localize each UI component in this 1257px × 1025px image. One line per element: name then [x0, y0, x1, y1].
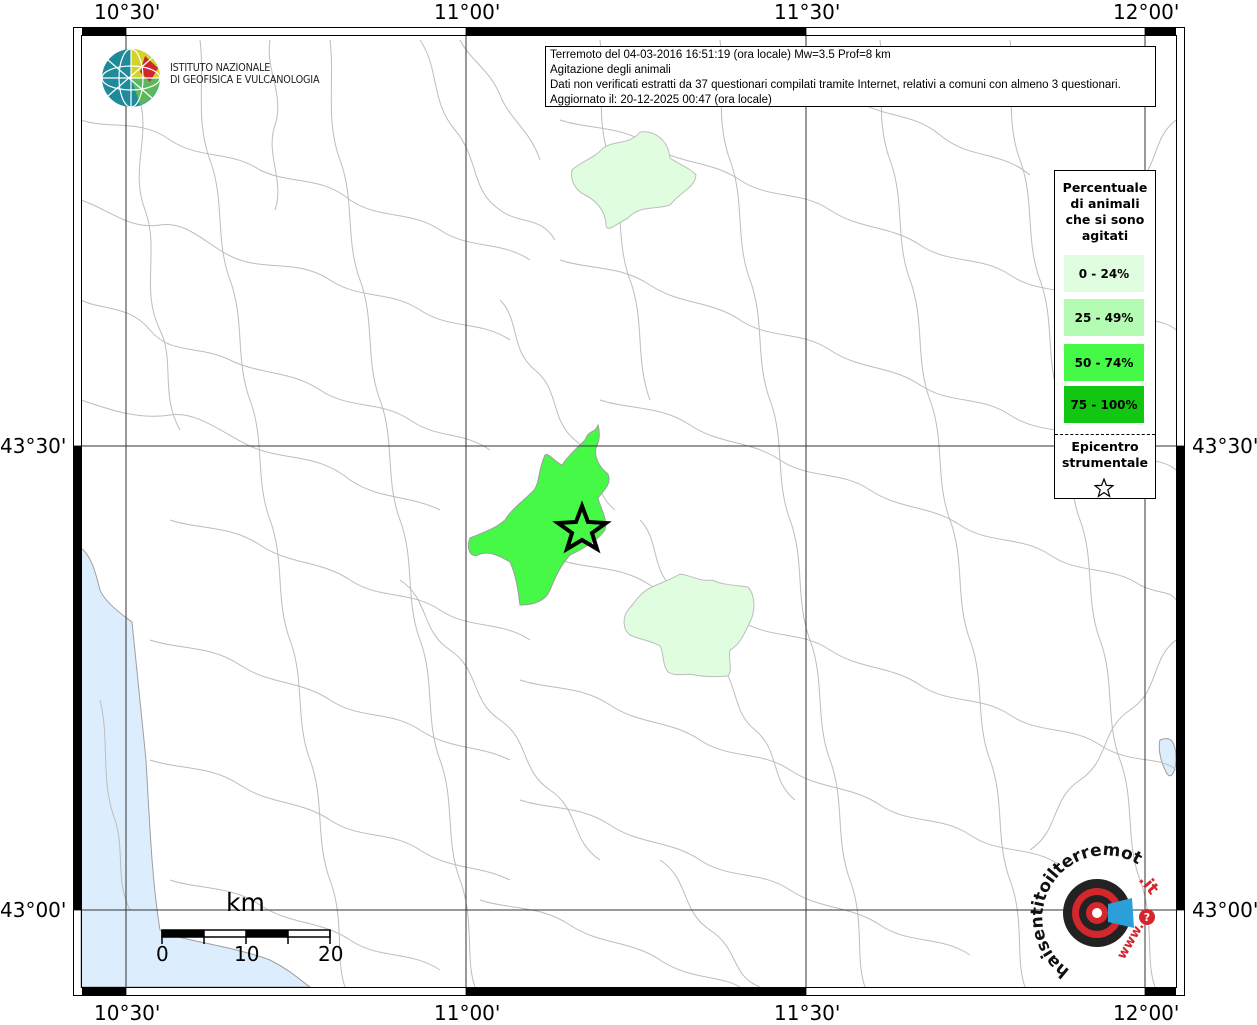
legend-swatch-25-49: 25 - 49%	[1064, 299, 1144, 336]
ingv-logo-text: ISTITUTO NAZIONALE DI GEOFISICA E VULCAN…	[170, 62, 320, 86]
lat-label-left-4300: 43°00'	[0, 898, 67, 922]
info-subtitle: Agitazione degli animali	[550, 64, 671, 76]
lat-label-left-4330: 43°30'	[0, 434, 67, 458]
lon-label-top-1030: 10°30'	[94, 0, 161, 24]
svg-text:?: ?	[1144, 911, 1150, 924]
scale-tick-20: 20	[318, 942, 344, 966]
legend-separator	[1055, 434, 1155, 435]
info-updated: Aggiornato il: 20-12-2025 00:47 (ora loc…	[550, 94, 772, 106]
lon-label-top-1200: 12°00'	[1113, 0, 1180, 24]
info-data-note: Dati non verificati estratti da 37 quest…	[550, 79, 1121, 91]
legend-swatch-50-74: 50 - 74%	[1064, 344, 1144, 381]
scale-unit-label: km	[226, 888, 265, 917]
earthquake-info-box: Terremoto del 04-03-2016 16:51:19 (ora l…	[545, 46, 1156, 107]
legend-title: Percentuale di animali che si sono agita…	[1062, 180, 1148, 243]
lat-label-right-4330: 43°30'	[1192, 434, 1257, 458]
legend-swatch-75-100: 75 - 100%	[1064, 386, 1144, 423]
legend: Percentuale di animali che si sono agita…	[1054, 170, 1156, 499]
info-title: Terremoto del 04-03-2016 16:51:19 (ora l…	[550, 49, 891, 61]
ingv-logo-icon	[101, 48, 161, 108]
legend-epicenter-label: Epicentro strumentale	[1061, 439, 1149, 470]
lon-label-bottom-1130: 11°30'	[774, 1001, 841, 1025]
star-icon	[1094, 478, 1114, 498]
scale-tick-10: 10	[234, 942, 260, 966]
legend-swatch-0-24: 0 - 24%	[1064, 255, 1144, 292]
lon-label-bottom-1100: 11°00'	[434, 1001, 501, 1025]
lon-label-top-1130: 11°30'	[774, 0, 841, 24]
lon-label-top-1100: 11°00'	[434, 0, 501, 24]
lat-label-right-4300: 43°00'	[1192, 898, 1257, 922]
scale-tick-0: 0	[156, 942, 169, 966]
lon-label-bottom-1030: 10°30'	[94, 1001, 161, 1025]
intensity-map: ? haisentitoilterremoto .it www.	[0, 0, 1185, 996]
lon-label-bottom-1200: 12°00'	[1113, 1001, 1180, 1025]
